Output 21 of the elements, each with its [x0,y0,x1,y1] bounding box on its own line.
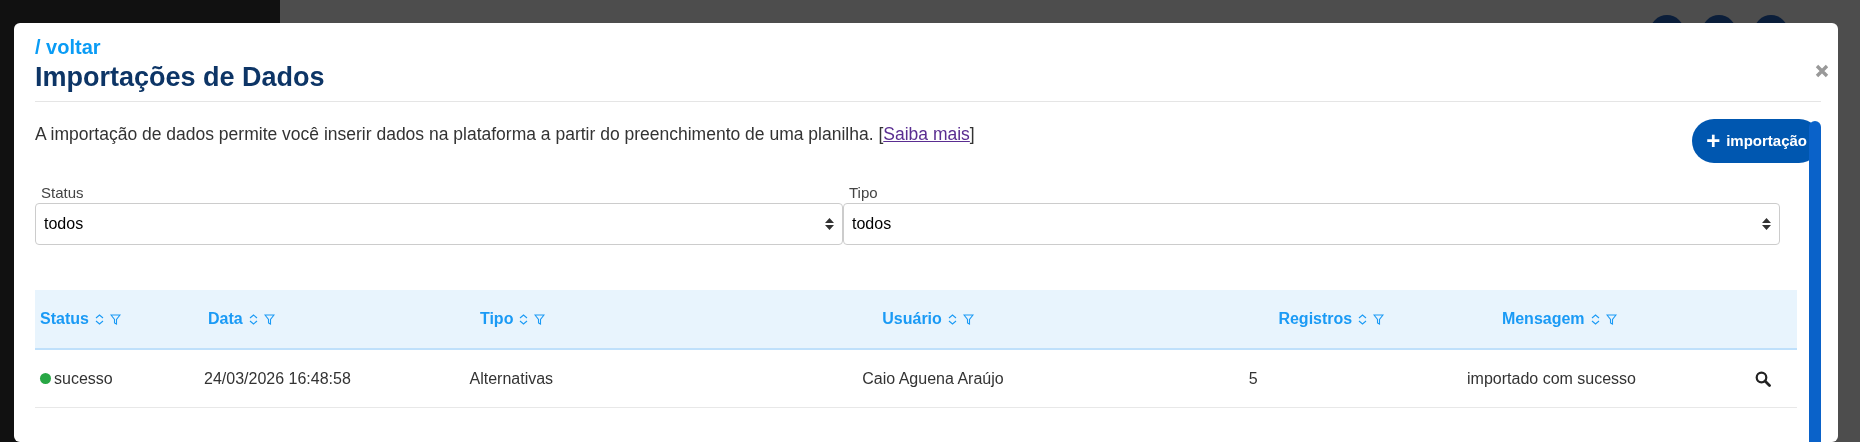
modal-title: Importações de Dados [35,61,326,94]
table-cell-text: Alternativas [469,368,554,389]
column-header[interactable]: Status [40,307,89,332]
table-cell-text: sucesso [54,368,113,389]
select-field[interactable]: todos [35,203,843,246]
description-text: A importação de dados permite você inserir dados na plataforma a partir do preenchimento de uma planilha. [Saiba mais] [35,123,976,147]
column-header[interactable]: Tipo [479,307,514,332]
table-cell-text: 24/03/2026 16:48:58 [204,368,351,389]
filter-label: Status [40,185,85,201]
table-cell-text: importado com sucesso [1467,368,1636,389]
back-link[interactable]: / voltar [35,36,101,58]
table-cell-text: Caio Aguena Araújo [862,368,1004,389]
column-header[interactable]: Usuário [882,307,942,332]
plus-icon: + [1706,129,1721,154]
table-cell-text: 5 [1248,368,1258,389]
filter-label: Tipo [848,185,879,201]
learn-more-link[interactable]: Saiba mais [883,124,970,145]
column-header[interactable]: Mensagem [1501,307,1585,332]
column-header[interactable]: Data [208,307,243,332]
column-header[interactable]: Registros [1278,307,1353,332]
select-field[interactable]: todos [843,203,1780,246]
